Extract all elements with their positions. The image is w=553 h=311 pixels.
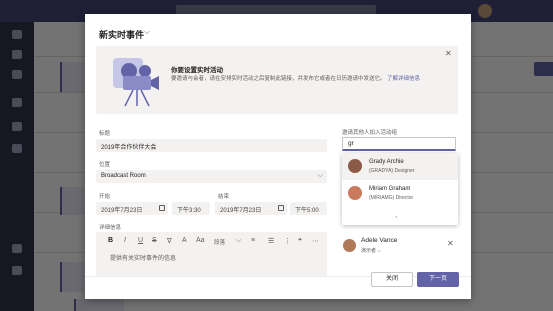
chevron-down-icon: ⌵ bbox=[377, 248, 382, 254]
remove-attendee-icon[interactable]: ✕ bbox=[447, 239, 454, 248]
start-label: 开始 bbox=[99, 194, 111, 200]
underline-button[interactable]: U bbox=[138, 237, 143, 244]
start-date-input[interactable]: 2019年7月23日 bbox=[96, 202, 168, 215]
font-size-icon[interactable]: Aa bbox=[196, 237, 205, 244]
end-date-input[interactable]: 2019年7月23日 bbox=[215, 202, 287, 215]
details-placeholder: 提供有关实时事件的信息 bbox=[110, 256, 177, 262]
attendee-role-select[interactable]: 演示者 ⌵ bbox=[361, 247, 381, 254]
video-camera-illustration bbox=[113, 58, 159, 107]
more-options-icon[interactable]: ⋯ bbox=[312, 237, 319, 245]
chevron-down-icon: ⌵ bbox=[317, 172, 323, 179]
close-button[interactable]: 关闭 bbox=[371, 272, 413, 287]
suggestion-title: (GRADYA) Designer bbox=[369, 168, 415, 174]
new-live-event-dialog: 新实时事件 ⌵ 你要设置实时活动 要邀请与会者，请在安排实时活动之后复制此链接，… bbox=[85, 14, 471, 299]
highlight-icon[interactable]: ∇ bbox=[167, 237, 172, 245]
start-time-input[interactable]: 下午3:30 bbox=[172, 202, 210, 215]
details-editor[interactable]: B I U S ∇ A Aa 段落 ⌵ ≡ ☰ ⋮ ❝ ⋯ 提供有关实时事件的信… bbox=[96, 232, 327, 276]
chevron-down-icon[interactable]: ⌵ bbox=[236, 237, 241, 245]
calendar-icon bbox=[278, 205, 284, 211]
title-label: 标题 bbox=[99, 131, 111, 137]
location-value: Broadcast Room bbox=[101, 173, 146, 179]
font-color-icon[interactable]: A bbox=[182, 237, 187, 244]
loading-spinner-icon: ◝ bbox=[395, 216, 398, 222]
invite-search-input[interactable]: gr bbox=[342, 137, 456, 151]
close-icon[interactable]: ✕ bbox=[445, 49, 452, 58]
attendee-role: 演示者 bbox=[361, 248, 377, 254]
info-banner: 你要设置实时活动 要邀请与会者，请在安排实时活动之后复制此链接，并发布它或者在日… bbox=[96, 46, 458, 114]
banner-heading: 你要设置实时活动 bbox=[171, 67, 223, 74]
suggestion-item[interactable]: Miriam Graham (MIRIAMG) Director bbox=[342, 180, 458, 207]
banner-body: 要邀请与会者，请在安排实时活动之后复制此链接，并发布它或者在日历邀请中发送它。 … bbox=[171, 75, 446, 84]
suggestion-item[interactable]: Grady Archie (GRADYA) Designer bbox=[342, 153, 458, 180]
quote-icon[interactable]: ❝ bbox=[298, 237, 302, 245]
learn-more-link[interactable]: 了解详细信息 bbox=[387, 76, 420, 82]
attendee-name: Adele Vance bbox=[361, 237, 398, 244]
end-time-input[interactable]: 下午5:00 bbox=[290, 202, 327, 215]
paragraph-format-select[interactable]: 段落 bbox=[214, 238, 225, 246]
calendar-icon bbox=[159, 205, 165, 211]
title-input[interactable]: 2019年合作伙伴大会 bbox=[96, 139, 327, 152]
chevron-down-icon[interactable]: ⌵ bbox=[144, 27, 150, 37]
indent-icon[interactable]: ≡ bbox=[251, 237, 255, 244]
banner-body-text: 要邀请与会者，请在安排实时活动之后复制此链接，并发布它或者在日历邀请中发送它。 bbox=[171, 76, 386, 82]
location-label: 位置 bbox=[99, 162, 111, 168]
numbered-list-icon[interactable]: ⋮ bbox=[284, 237, 291, 245]
details-label: 详细信息 bbox=[99, 225, 122, 231]
bulleted-list-icon[interactable]: ☰ bbox=[268, 237, 274, 245]
next-button[interactable]: 下一页 bbox=[417, 272, 459, 287]
location-select[interactable]: Broadcast Room ⌵ bbox=[96, 170, 327, 183]
dialog-title: 新实时事件 bbox=[99, 30, 145, 40]
suggestion-name: Miriam Graham bbox=[369, 186, 411, 192]
avatar bbox=[348, 159, 362, 173]
italic-button[interactable]: I bbox=[124, 237, 126, 244]
end-label: 结束 bbox=[218, 194, 230, 200]
end-date: 2019年7月23日 bbox=[220, 208, 262, 214]
start-date: 2019年7月23日 bbox=[101, 208, 143, 214]
strikethrough-button[interactable]: S bbox=[152, 237, 157, 244]
avatar bbox=[343, 239, 356, 252]
invite-label: 邀请其他人加入活动组 bbox=[342, 130, 398, 136]
suggestion-name: Grady Archie bbox=[369, 159, 404, 165]
people-suggestions-dropdown: Grady Archie (GRADYA) Designer Miriam Gr… bbox=[342, 153, 458, 225]
avatar bbox=[348, 186, 362, 200]
bold-button[interactable]: B bbox=[108, 237, 113, 244]
suggestion-title: (MIRIAMG) Director bbox=[369, 195, 414, 201]
footer-divider bbox=[85, 276, 471, 277]
